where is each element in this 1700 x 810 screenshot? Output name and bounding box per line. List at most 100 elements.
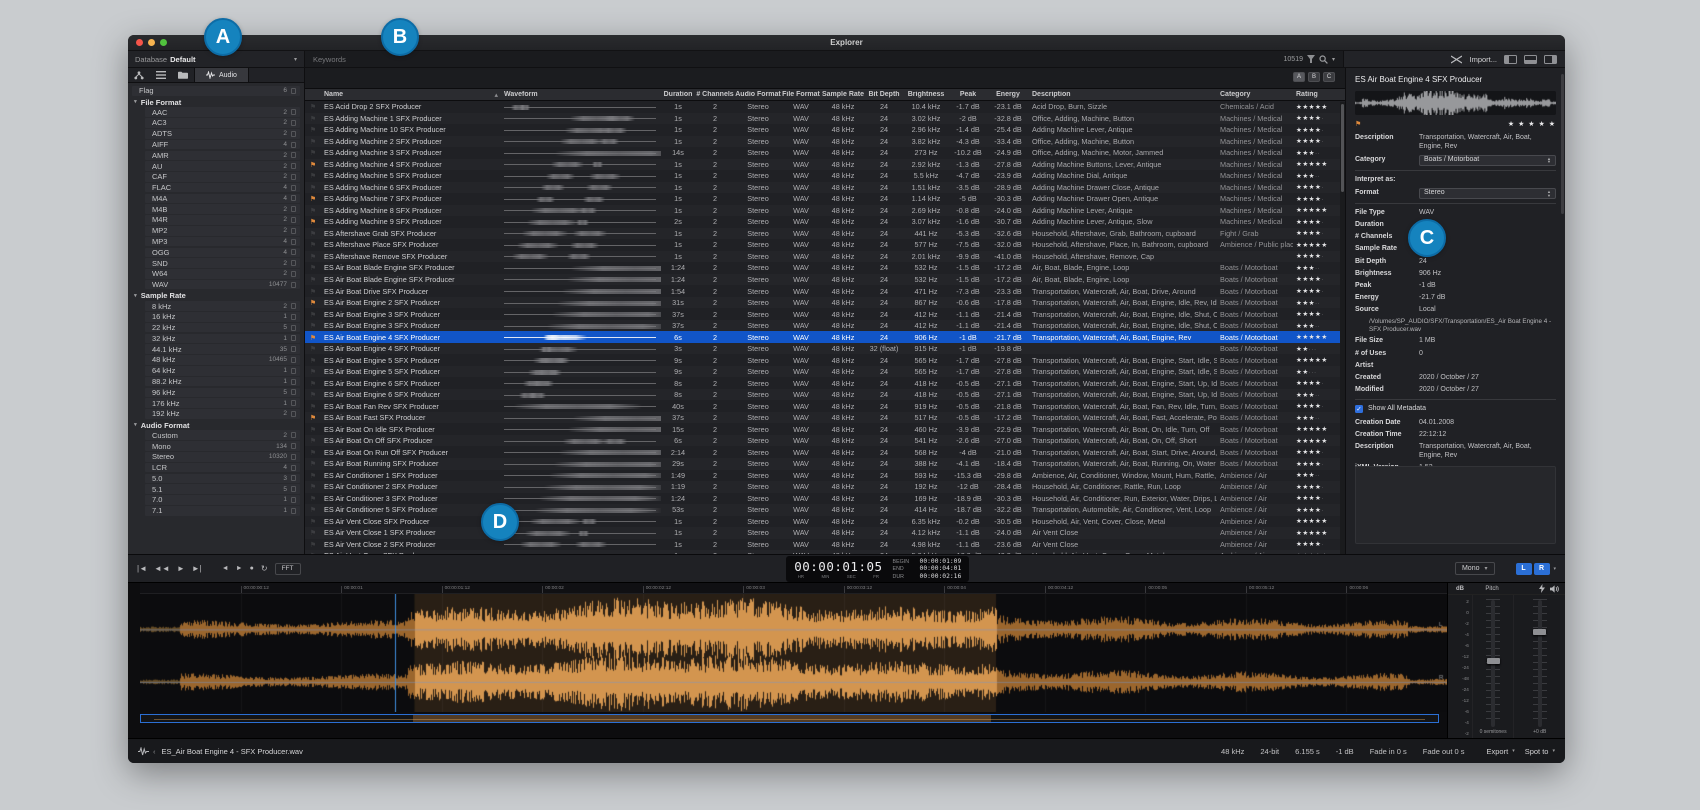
sidebar-item-adts[interactable]: ADTS2 — [145, 129, 300, 139]
rating-stars[interactable]: ★★★★· — [1293, 483, 1343, 491]
table-row[interactable]: ⚑ES Adding Machine 6 SFX Producer1s2Ster… — [305, 182, 1345, 194]
back-chevron-icon[interactable]: ‹ — [153, 747, 156, 756]
flag-icon[interactable]: ⚑ — [310, 185, 316, 192]
flag-icon[interactable]: ⚑ — [310, 162, 316, 169]
rating-stars[interactable]: ★★★★· — [1293, 137, 1343, 145]
table-row[interactable]: ⚑ES Air Boat Engine 3 SFX Producer37s2St… — [305, 320, 1345, 332]
flag-icon[interactable]: ⚑ — [310, 139, 316, 146]
group-button-c[interactable]: C — [1323, 72, 1335, 82]
rating-stars[interactable]: ★★★·· — [1293, 471, 1343, 479]
rating-stars[interactable]: ★★★★· — [1293, 460, 1343, 468]
rating-stars[interactable]: ★★★★· — [1293, 114, 1343, 122]
layout-right-pane-icon[interactable] — [1544, 55, 1557, 64]
rating-stars[interactable]: ★★★★★ — [1293, 206, 1343, 214]
rating-stars[interactable]: ★★★·· — [1293, 414, 1343, 422]
sidebar-item-mp2[interactable]: MP22 — [145, 226, 300, 236]
flag-icon[interactable]: ⚑ — [310, 484, 316, 491]
group-button-b[interactable]: B — [1308, 72, 1320, 82]
flag-icon[interactable]: ⚑ — [310, 507, 316, 514]
layout-left-pane-icon[interactable] — [1504, 55, 1517, 64]
sidebar-item-5-0[interactable]: 5.03 — [145, 474, 300, 484]
sidebar-item-mp3[interactable]: MP34 — [145, 237, 300, 247]
record-button[interactable]: ● — [250, 565, 254, 572]
waveform-thumbnail[interactable] — [1355, 91, 1556, 115]
column-header-audio-format[interactable]: Audio Format — [735, 91, 781, 98]
flag-icon[interactable]: ⚑ — [310, 427, 316, 434]
column-header-file-format[interactable]: File Format — [781, 91, 821, 98]
search-options-chevron-icon[interactable]: ▾ — [1332, 56, 1335, 63]
table-row[interactable]: ⚑ES Air Conditioner 1 SFX Producer1:492S… — [305, 470, 1345, 482]
rating-stars[interactable]: ★★★·· — [1293, 264, 1343, 272]
search-icon[interactable] — [1319, 55, 1328, 64]
flag-icon[interactable]: ⚑ — [310, 496, 316, 503]
table-row[interactable]: ⚑ES Adding Machine 3 SFX Producer14s2Ste… — [305, 147, 1345, 159]
sidebar-item-ac3[interactable]: AC32 — [145, 118, 300, 128]
flag-icon[interactable]: ⚑ — [310, 242, 316, 249]
time-ruler[interactable]: 00:00:00:1200:00:0100:00:01:1200:00:0200… — [140, 583, 1447, 594]
flag-icon[interactable]: ⚑ — [310, 530, 316, 537]
sidebar-item-au[interactable]: AU2 — [145, 161, 300, 171]
rating-stars[interactable]: ★★★★★ — [1293, 333, 1343, 341]
sidebar-item-192-khz[interactable]: 192 kHz2 — [145, 409, 300, 419]
rating-stars[interactable]: ★★★★★ — [1293, 517, 1343, 525]
sidebar-item-m4a[interactable]: M4A4 — [145, 194, 300, 204]
sidebar-item-32-khz[interactable]: 32 kHz1 — [145, 334, 300, 344]
flag-icon[interactable]: ⚑ — [310, 519, 316, 526]
table-row[interactable]: ⚑ES Air Boat Engine 6 SFX Producer8s2Ste… — [305, 389, 1345, 401]
overview-scrollbar[interactable] — [140, 714, 1439, 723]
flag-icon[interactable]: ⚑ — [310, 392, 316, 399]
flag-icon[interactable]: ⚑ — [310, 450, 316, 457]
export-button[interactable]: Export▾ — [1487, 747, 1515, 756]
rating-stars[interactable]: ★ ★ ★ ★ ★ — [1508, 120, 1556, 128]
go-end-button[interactable]: ►| — [192, 565, 202, 573]
sidebar-item-caf[interactable]: CAF2 — [145, 172, 300, 182]
zoom-button[interactable] — [160, 39, 167, 46]
rating-stars[interactable]: ★★★★· — [1293, 252, 1343, 260]
sidebar-section-audio-format[interactable]: ▾Audio Format — [132, 420, 300, 431]
column-header-sample-rate[interactable]: Sample Rate — [821, 91, 865, 98]
crossfade-icon[interactable] — [1451, 55, 1462, 64]
rating-stars[interactable]: ★★★★· — [1293, 275, 1343, 283]
rating-stars[interactable]: ★★★★· — [1293, 195, 1343, 203]
table-row[interactable]: ⚑ES Adding Machine 2 SFX Producer1s2Ster… — [305, 136, 1345, 148]
sidebar-item-ogg[interactable]: OGG4 — [145, 248, 300, 258]
next-button[interactable]: ► — [236, 565, 243, 572]
flag-icon[interactable]: ⚑ — [310, 346, 316, 353]
column-header-rating[interactable]: Rating — [1293, 91, 1343, 98]
table-row[interactable]: ⚑ES Aftershave Remove SFX Producer1s2Ste… — [305, 251, 1345, 263]
prev-button[interactable]: ◄ — [222, 565, 229, 572]
flag-icon[interactable]: ⚑ — [310, 127, 316, 134]
sidebar-item-64-khz[interactable]: 64 kHz1 — [145, 366, 300, 376]
table-row[interactable]: ⚑ES Aftershave Place SFX Producer1s2Ster… — [305, 239, 1345, 251]
filter-icon[interactable] — [1307, 55, 1315, 63]
folder-icon[interactable] — [172, 68, 194, 82]
table-row[interactable]: ⚑ES Air Boat Engine 4 SFX Producer3s2Ste… — [305, 343, 1345, 355]
table-row[interactable]: ⚑ES Air Vent Close 2 SFX Producer1s2Ster… — [305, 539, 1345, 551]
table-row[interactable]: ⚑ES Air Conditioner 2 SFX Producer1:192S… — [305, 481, 1345, 493]
column-header-description[interactable]: Description — [1029, 91, 1217, 98]
column-header-name[interactable]: Name▴ — [321, 91, 501, 99]
rating-stars[interactable]: ★★★★★ — [1293, 160, 1343, 168]
column-header-channels[interactable]: # Channels — [695, 91, 735, 98]
table-row[interactable]: ⚑ES Air Boat Fan Rev SFX Producer40s2Ste… — [305, 400, 1345, 412]
table-row[interactable]: ⚑ES Air Boat Engine 2 SFX Producer31s2St… — [305, 297, 1345, 309]
flag-icon[interactable]: ⚑ — [310, 369, 316, 376]
flag-icon[interactable]: ⚑ — [310, 116, 316, 123]
flag-icon[interactable]: ⚑ — [310, 323, 316, 330]
sidebar-item-22-khz[interactable]: 22 kHz5 — [145, 323, 300, 333]
inspector-scrollbar[interactable] — [1561, 74, 1564, 214]
table-row[interactable]: ⚑ES Air Boat Engine 5 SFX Producer9s2Ste… — [305, 366, 1345, 378]
table-row[interactable]: ⚑ES Air Vent Open SFX Producer1s2StereoW… — [305, 550, 1345, 554]
rating-stars[interactable]: ★★★★· — [1293, 402, 1343, 410]
table-row[interactable]: ⚑ES Air Boat Running SFX Producer29s2Ste… — [305, 458, 1345, 470]
flag-icon[interactable]: ⚑ — [310, 415, 316, 422]
flag-icon[interactable]: ⚑ — [310, 277, 316, 284]
bolt-icon[interactable] — [1539, 584, 1545, 593]
rating-stars[interactable]: ★★★★· — [1293, 506, 1343, 514]
column-header-bit-depth[interactable]: Bit Depth — [865, 91, 903, 98]
sidebar-item-8-khz[interactable]: 8 kHz2 — [145, 301, 300, 311]
sidebar-item-16-khz[interactable]: 16 kHz1 — [145, 312, 300, 322]
sidebar-item-aac[interactable]: AAC2 — [145, 107, 300, 117]
table-row[interactable]: ⚑ES Air Boat Engine 3 SFX Producer37s2St… — [305, 308, 1345, 320]
flag-icon[interactable]: ⚑ — [310, 254, 316, 261]
